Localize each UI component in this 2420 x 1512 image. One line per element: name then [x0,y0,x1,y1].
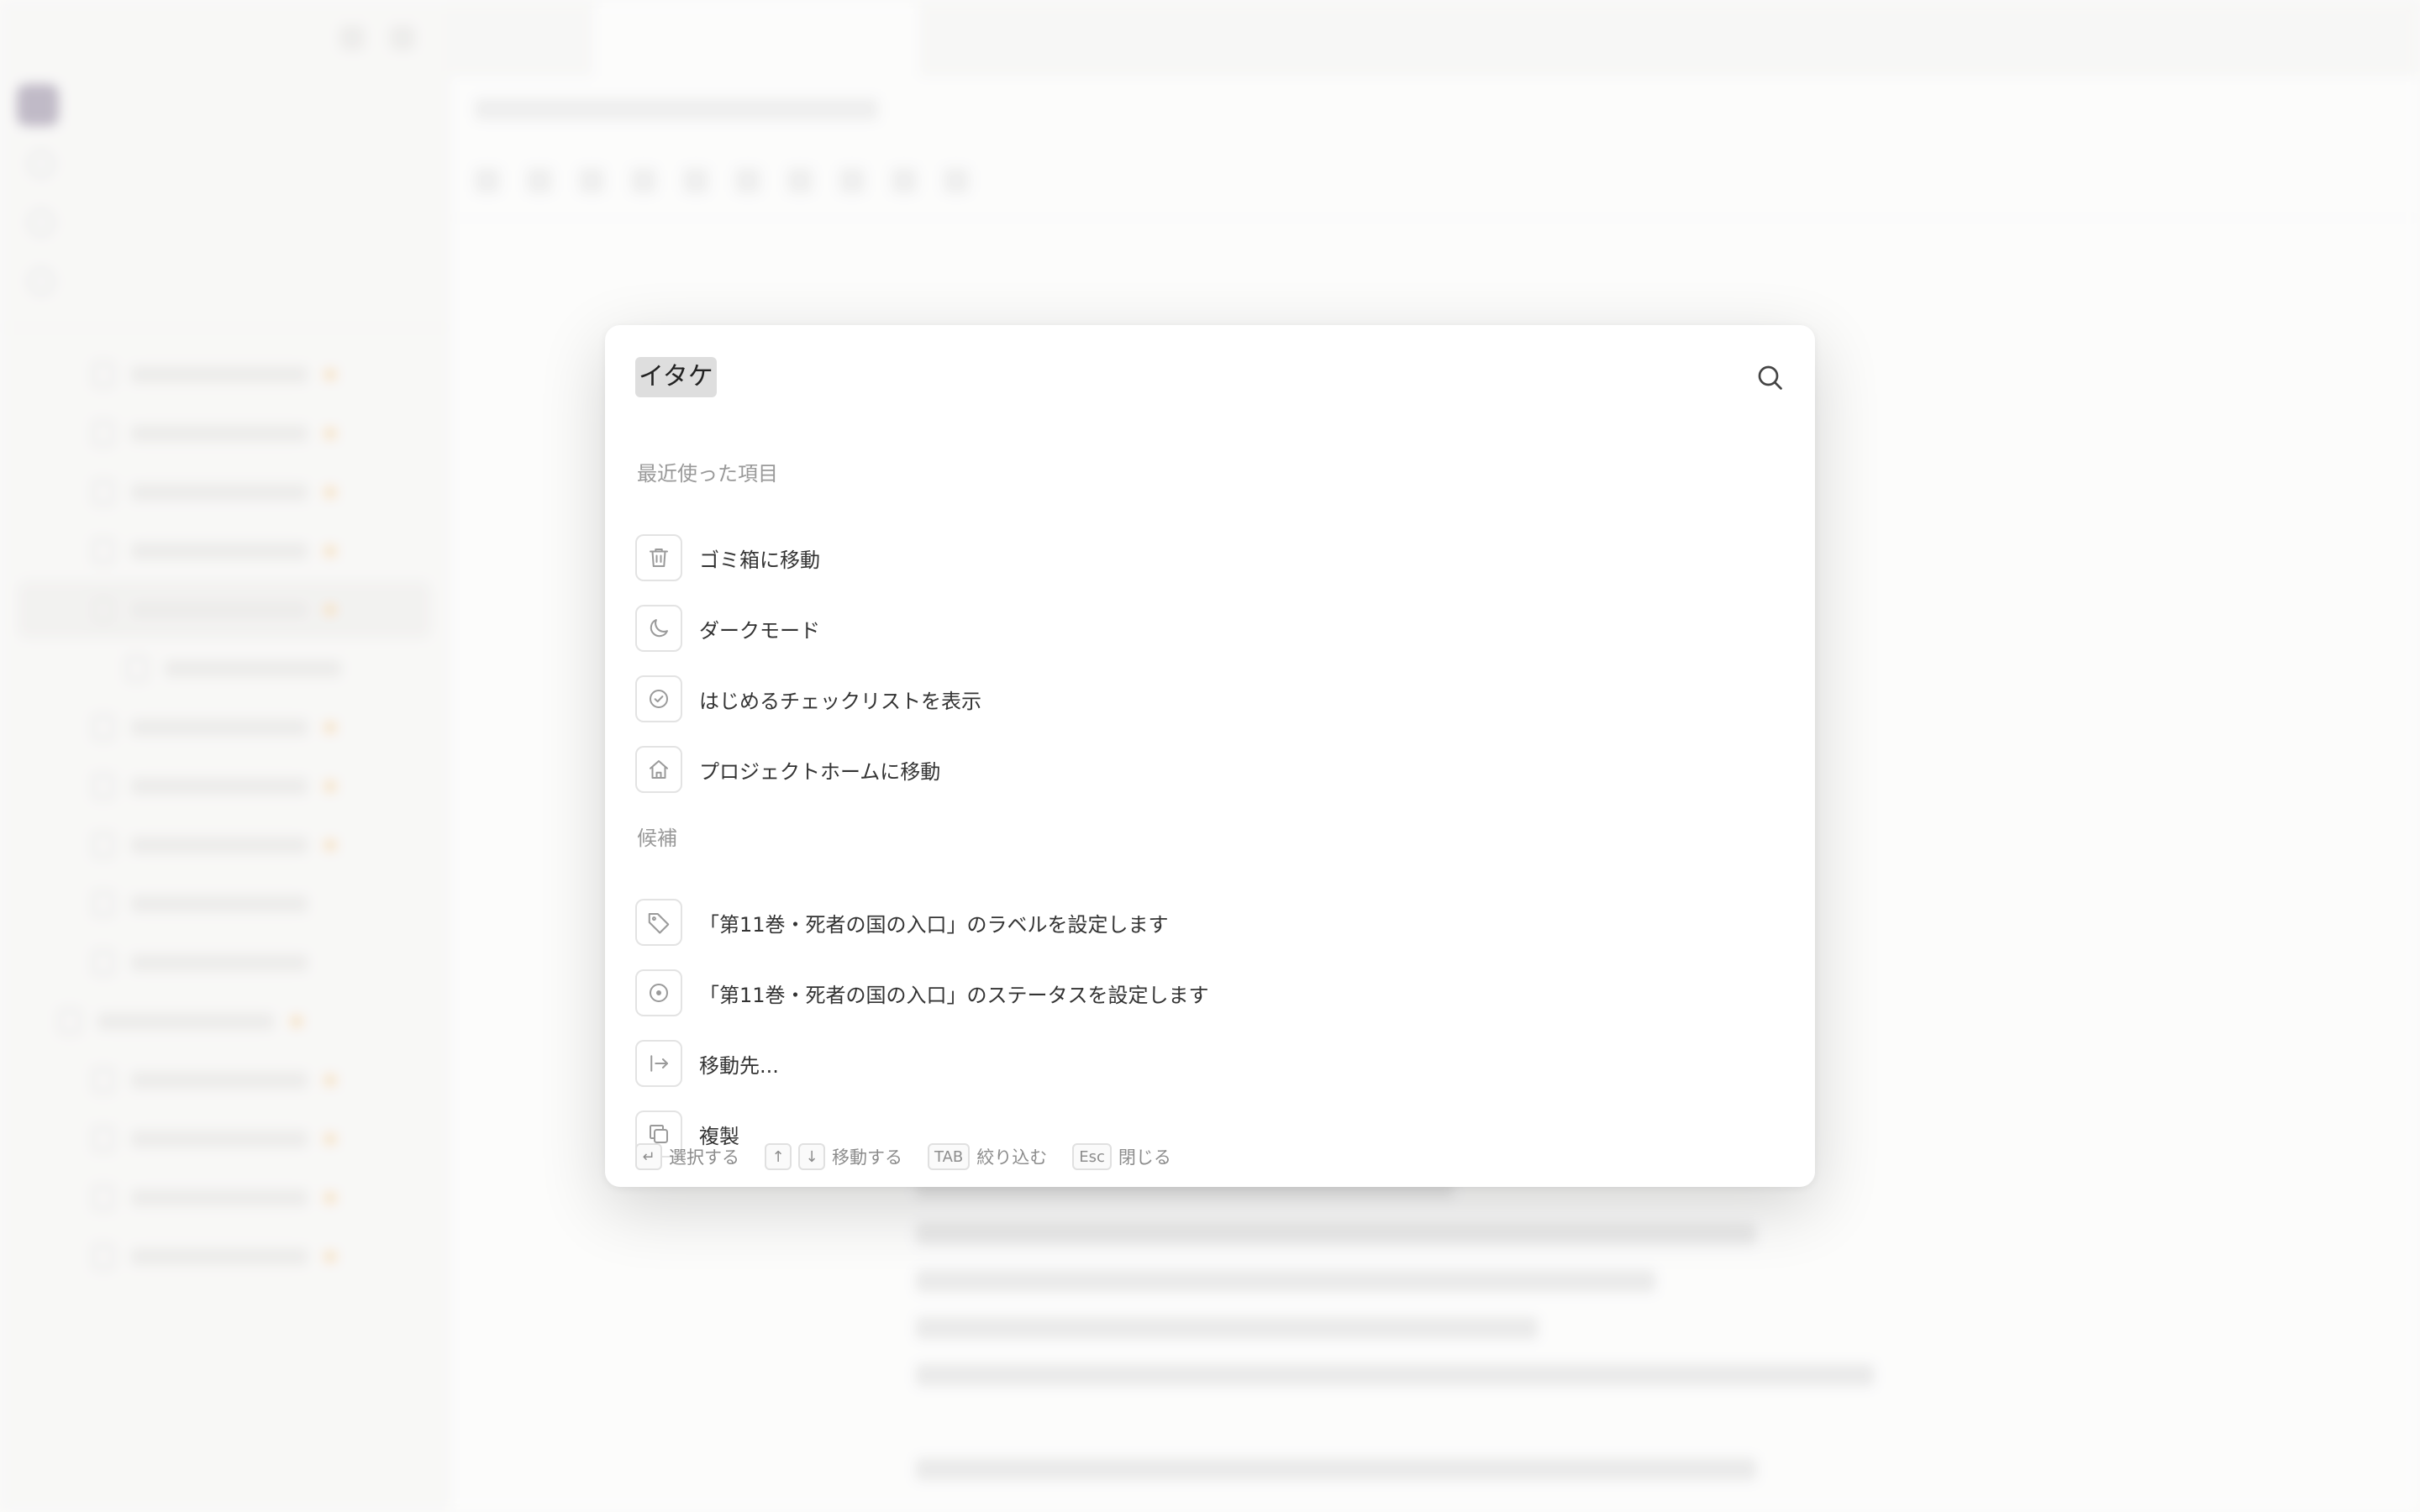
search-icon[interactable] [1754,362,1785,392]
command-label: ダークモード [699,618,820,643]
move-to-icon [635,1040,682,1087]
recent-section-title: 最近使った項目 [637,462,778,486]
command-palette: イタケ 最近使った項目 ゴミ箱に移動 ダークモード はじめるチェックリストを表示… [605,325,1815,1187]
palette-footer: ↵ 選択する ↑ ↓ 移動する TAB 絞り込む Esc 閉じる [635,1142,1197,1172]
moon-icon [635,605,682,652]
command-label: はじめるチェックリストを表示 [699,689,981,713]
command-move-to[interactable]: 移動先... [635,1038,1785,1089]
command-go-project-home[interactable]: プロジェクトホームに移動 [635,744,1785,795]
tab-key-badge: TAB [928,1143,971,1170]
filter-hint: 絞り込む [976,1147,1048,1168]
select-hint: 選択する [669,1147,739,1168]
command-label: 「第11巻・死者の国の入口」のステータスを設定します [699,983,1209,1007]
status-circle-icon [635,969,682,1016]
command-set-status[interactable]: 「第11巻・死者の国の入口」のステータスを設定します [635,968,1785,1018]
palette-search-row: イタケ [605,325,1815,417]
command-show-checklist[interactable]: はじめるチェックリストを表示 [635,674,1785,724]
command-dark-mode[interactable]: ダークモード [635,603,1785,654]
esc-key-badge: Esc [1072,1143,1112,1170]
command-set-label[interactable]: 「第11巻・死者の国の入口」のラベルを設定します [635,897,1785,948]
close-hint: 閉じる [1118,1147,1171,1168]
move-hint: 移動する [832,1147,902,1168]
suggestions-section-title: 候補 [637,827,677,850]
command-move-to-trash[interactable]: ゴミ箱に移動 [635,533,1785,583]
enter-key-badge: ↵ [635,1143,662,1170]
command-label: ゴミ箱に移動 [699,548,820,572]
trash-icon [635,534,682,581]
command-label: 移動先... [699,1053,779,1078]
home-icon [635,746,682,793]
up-key-badge: ↑ [765,1143,792,1170]
down-key-badge: ↓ [798,1143,825,1170]
tag-icon [635,899,682,946]
command-label: プロジェクトホームに移動 [699,759,941,784]
command-label: 「第11巻・死者の国の入口」のラベルを設定します [699,912,1169,937]
check-circle-icon [635,675,682,722]
search-input[interactable]: イタケ [635,357,717,397]
